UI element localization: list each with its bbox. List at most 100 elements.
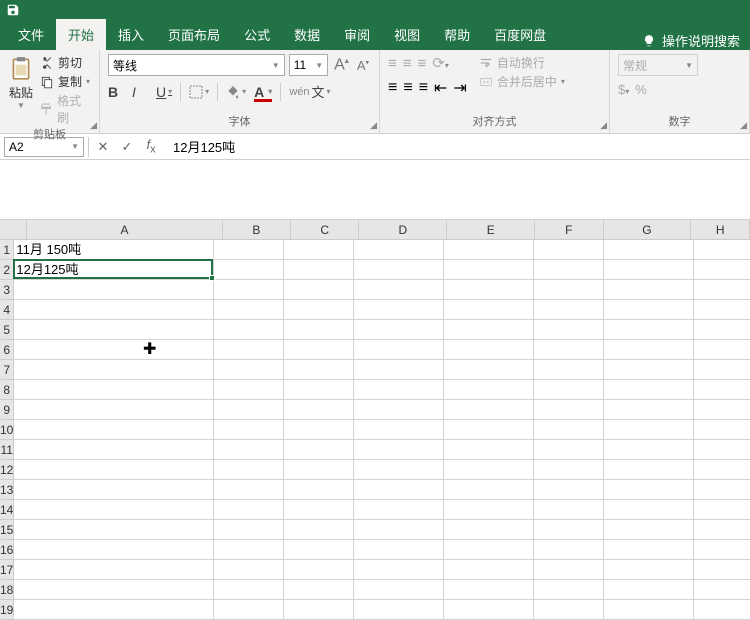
cell[interactable] xyxy=(534,460,604,480)
cell[interactable] xyxy=(604,360,694,380)
cell[interactable] xyxy=(694,300,750,320)
cell[interactable] xyxy=(214,600,284,620)
cell[interactable] xyxy=(534,440,604,460)
tab-formulas[interactable]: 公式 xyxy=(232,19,282,50)
enter-button[interactable]: ✓ xyxy=(117,139,137,155)
row-header[interactable]: 7 xyxy=(0,360,14,380)
tab-page-layout[interactable]: 页面布局 xyxy=(156,19,232,50)
cell[interactable] xyxy=(534,580,604,600)
decrease-indent-button[interactable]: ⇤ xyxy=(434,78,447,98)
cell[interactable] xyxy=(604,340,694,360)
row-header[interactable]: 3 xyxy=(0,280,14,300)
cancel-button[interactable]: ✕ xyxy=(93,139,113,155)
cell[interactable] xyxy=(14,500,214,520)
cell[interactable] xyxy=(444,500,534,520)
cell[interactable] xyxy=(214,320,284,340)
cell[interactable] xyxy=(604,540,694,560)
cell[interactable] xyxy=(604,280,694,300)
cell[interactable] xyxy=(284,280,354,300)
accounting-format-button[interactable]: $▾ xyxy=(618,82,629,97)
row-header[interactable]: 4 xyxy=(0,300,14,320)
cell[interactable] xyxy=(14,320,214,340)
cell[interactable] xyxy=(604,240,694,260)
row-header[interactable]: 15 xyxy=(0,520,14,540)
cell[interactable] xyxy=(354,580,444,600)
tell-me-search[interactable]: 操作说明搜索 xyxy=(662,31,740,50)
cell[interactable] xyxy=(284,360,354,380)
cell[interactable] xyxy=(694,280,750,300)
cell[interactable] xyxy=(354,520,444,540)
cell[interactable] xyxy=(284,480,354,500)
formula-bar-expanded[interactable] xyxy=(0,160,750,220)
cell[interactable] xyxy=(534,280,604,300)
wrap-text-button[interactable]: 自动换行 xyxy=(479,54,565,71)
cell[interactable] xyxy=(214,520,284,540)
cell[interactable] xyxy=(444,280,534,300)
cell[interactable] xyxy=(284,540,354,560)
row-header[interactable]: 12 xyxy=(0,460,14,480)
cell[interactable] xyxy=(14,300,214,320)
cell[interactable] xyxy=(694,440,750,460)
cell[interactable] xyxy=(604,580,694,600)
cell[interactable] xyxy=(354,500,444,520)
cell[interactable] xyxy=(604,320,694,340)
expand-icon[interactable]: ◢ xyxy=(600,120,607,131)
cell[interactable] xyxy=(354,280,444,300)
row-header[interactable]: 9 xyxy=(0,400,14,420)
cell[interactable] xyxy=(354,400,444,420)
cell[interactable] xyxy=(354,360,444,380)
cell[interactable] xyxy=(694,380,750,400)
cell[interactable] xyxy=(214,460,284,480)
tab-home[interactable]: 开始 xyxy=(56,19,106,50)
cell[interactable] xyxy=(534,520,604,540)
cell[interactable] xyxy=(354,540,444,560)
cell[interactable] xyxy=(14,540,214,560)
cell[interactable] xyxy=(214,440,284,460)
cell[interactable] xyxy=(284,300,354,320)
save-icon[interactable] xyxy=(6,3,20,17)
cell[interactable] xyxy=(214,360,284,380)
formula-bar[interactable]: 12月125吨 xyxy=(165,137,746,156)
cell[interactable] xyxy=(604,500,694,520)
cell[interactable] xyxy=(214,580,284,600)
orientation-button[interactable]: ⟳▾ xyxy=(432,54,449,72)
cell[interactable] xyxy=(444,320,534,340)
cell[interactable] xyxy=(354,240,444,260)
align-right-button[interactable]: ≡ xyxy=(419,79,428,97)
tab-data[interactable]: 数据 xyxy=(282,19,332,50)
cell[interactable] xyxy=(284,260,354,280)
cell[interactable] xyxy=(444,580,534,600)
cell[interactable] xyxy=(214,500,284,520)
cell[interactable] xyxy=(694,240,750,260)
cell[interactable] xyxy=(604,400,694,420)
cell[interactable] xyxy=(354,480,444,500)
cell[interactable] xyxy=(694,260,750,280)
row-header[interactable]: 2 xyxy=(0,260,14,280)
cell[interactable] xyxy=(284,340,354,360)
row-header[interactable]: 19 xyxy=(0,600,14,620)
cell[interactable] xyxy=(284,440,354,460)
cell[interactable] xyxy=(444,300,534,320)
cell[interactable] xyxy=(14,420,214,440)
cell[interactable] xyxy=(534,240,604,260)
row-header[interactable]: 18 xyxy=(0,580,14,600)
column-header[interactable]: F xyxy=(535,220,603,240)
cell[interactable] xyxy=(604,260,694,280)
cut-button[interactable]: 剪切 xyxy=(40,54,91,71)
cell[interactable] xyxy=(14,360,214,380)
cell[interactable] xyxy=(284,520,354,540)
cell[interactable] xyxy=(694,400,750,420)
cell[interactable] xyxy=(604,440,694,460)
cell[interactable] xyxy=(534,540,604,560)
merge-center-button[interactable]: 合并后居中 ▾ xyxy=(479,73,565,90)
cell[interactable] xyxy=(354,380,444,400)
row-header[interactable]: 8 xyxy=(0,380,14,400)
cell[interactable] xyxy=(604,560,694,580)
cell[interactable] xyxy=(284,580,354,600)
cell[interactable] xyxy=(214,260,284,280)
cell[interactable] xyxy=(444,600,534,620)
cell[interactable] xyxy=(14,400,214,420)
cell[interactable] xyxy=(444,480,534,500)
column-header[interactable]: E xyxy=(447,220,535,240)
cell[interactable] xyxy=(534,560,604,580)
